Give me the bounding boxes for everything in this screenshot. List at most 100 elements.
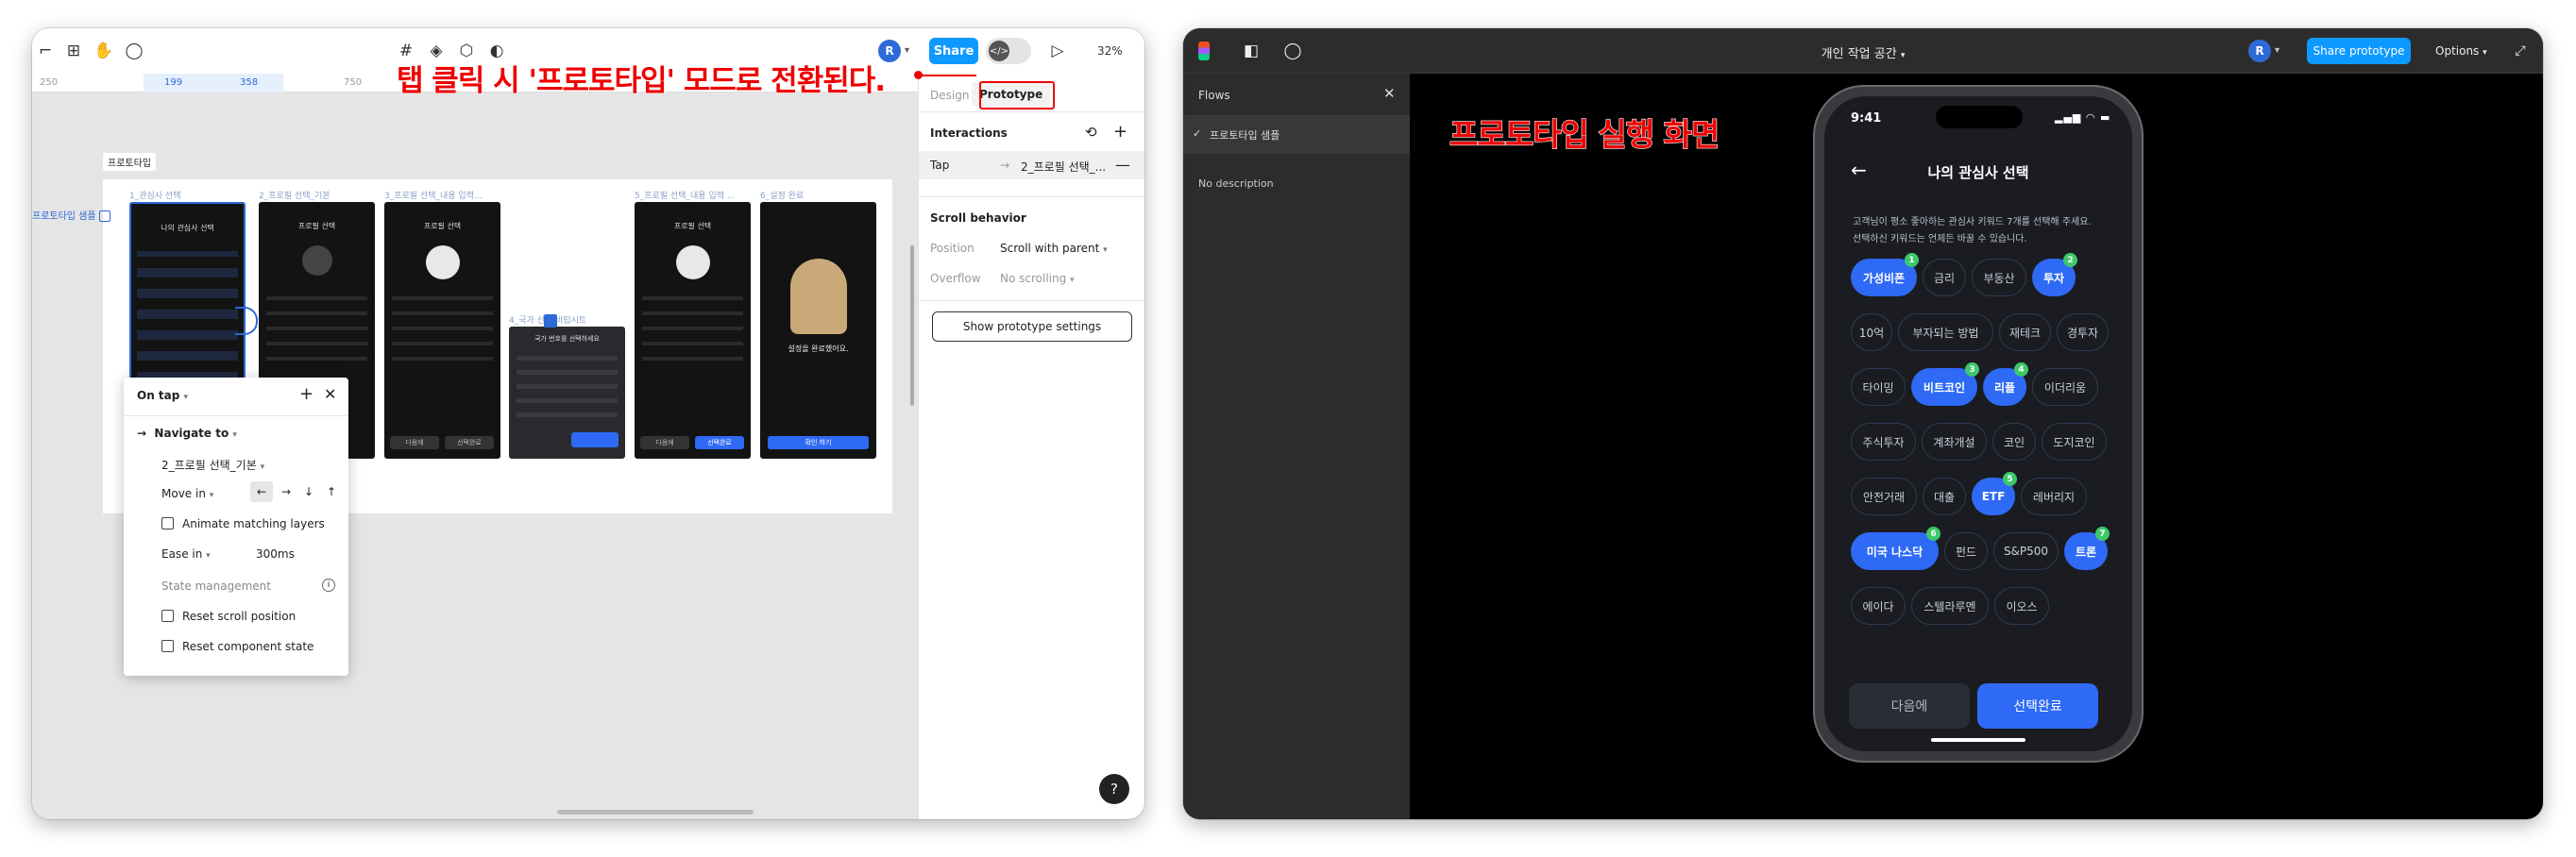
interest-chip[interactable]: 투자 2: [2032, 253, 2077, 296]
interest-chip[interactable]: 금리: [1923, 259, 1966, 296]
duration-input[interactable]: 300ms: [256, 547, 295, 561]
frame-tool-icon[interactable]: ⊞: [62, 40, 85, 62]
easing-select[interactable]: Ease in ▾: [161, 547, 211, 561]
interest-chip-label: 미국 나스닥: [1866, 545, 1924, 559]
selection-order-badge: 6: [1926, 527, 1940, 541]
interest-chip[interactable]: 펀드: [1944, 532, 1988, 570]
section-label[interactable]: 프로토타입: [103, 153, 156, 171]
reset-component-checkbox[interactable]: [161, 640, 174, 652]
chevron-down-icon[interactable]: ▾: [2275, 45, 2279, 56]
hand-tool-icon[interactable]: ✋: [93, 40, 115, 62]
frame-profile-input[interactable]: 프로필 선택 다음에 선택완료: [384, 202, 500, 459]
destination-select[interactable]: 2_프로필 선택_기본 ▾: [161, 457, 264, 473]
interest-chip-label: 안전거래: [1862, 490, 1906, 504]
move-tool-icon[interactable]: ⌐: [34, 40, 57, 62]
dynamic-island: [1936, 106, 2023, 128]
interaction-flow-icon[interactable]: ⟲: [1085, 124, 1097, 141]
interest-chip[interactable]: 가성비폰 1: [1851, 253, 1919, 296]
action-select[interactable]: → Navigate to ▾: [137, 427, 237, 440]
interest-chip-label: 펀드: [1955, 545, 1977, 559]
interest-chip[interactable]: 대출: [1923, 478, 1966, 515]
horizontal-scrollbar[interactable]: [557, 810, 754, 815]
chevron-down-icon[interactable]: ▾: [905, 45, 909, 56]
interest-chip[interactable]: 10억: [1851, 313, 1892, 351]
animate-matching-checkbox[interactable]: [161, 517, 174, 529]
interest-chip[interactable]: S&P500: [1993, 532, 2059, 570]
direction-right-icon[interactable]: →: [275, 481, 297, 502]
interest-chip[interactable]: 리플 4: [1983, 362, 2028, 406]
later-button[interactable]: 다음에: [1849, 683, 1970, 729]
comment-tool-icon[interactable]: ◯: [123, 40, 145, 62]
remove-interaction-icon[interactable]: —: [1115, 156, 1130, 174]
flow-tag[interactable]: 프로토타입 샘플: [32, 208, 110, 222]
frame-setup-complete[interactable]: 설정을 완료했어요. 확인 하기: [760, 202, 876, 459]
frame-label: 4_국가 선택 바텀시트: [509, 316, 587, 326]
frame-country-sheet[interactable]: 국가 번호를 선택하세요: [509, 327, 625, 459]
connection-node[interactable]: [544, 314, 557, 328]
vertical-scrollbar[interactable]: [910, 245, 914, 406]
interest-chip[interactable]: 스텔라루멘: [1911, 587, 1989, 625]
share-button[interactable]: Share: [929, 38, 978, 64]
info-icon[interactable]: i: [322, 579, 335, 592]
selection-order-badge: 2: [2063, 253, 2077, 267]
position-select[interactable]: Scroll with parent ▾: [1000, 242, 1108, 255]
frame-profile-input-2[interactable]: 프로필 선택 다음에 선택완료: [635, 202, 751, 459]
interest-chip[interactable]: 부자되는 방법: [1898, 313, 1993, 351]
trigger-select[interactable]: On tap ▾: [137, 389, 188, 402]
interest-chip[interactable]: 이오스: [1994, 587, 2049, 625]
interest-chip[interactable]: 도지코인: [2042, 423, 2107, 461]
options-menu[interactable]: Options ▾: [2435, 44, 2487, 58]
overflow-select[interactable]: No scrolling ▾: [1000, 272, 1075, 285]
interest-chip[interactable]: 안전거래: [1851, 478, 1917, 515]
character-illustration: [790, 259, 847, 334]
interest-chip[interactable]: 이더리움: [2032, 368, 2098, 406]
present-icon[interactable]: ▷: [1046, 40, 1069, 62]
figma-editor-window: ⌐ ⊞ ✋ ◯ # ◈ ⬡ ◐ R ▾ Share </> ▷ 32% 250 …: [32, 28, 1144, 819]
ruler-tick: 750: [344, 77, 363, 88]
frame-title: 프로필 선택: [297, 222, 336, 230]
interest-chip[interactable]: 계좌개설: [1922, 423, 1987, 461]
direction-up-icon[interactable]: ↑: [320, 481, 343, 502]
dev-mode-toggle[interactable]: </>: [986, 38, 1031, 64]
interaction-row[interactable]: Tap → 2_프로필 선택_... —: [919, 151, 1144, 179]
close-icon[interactable]: ✕: [324, 385, 336, 403]
interest-chip[interactable]: ETF 5: [1972, 472, 2017, 515]
select-done-button[interactable]: 선택완료: [1977, 683, 2098, 729]
frame-btn-later: 다음에: [640, 436, 689, 449]
tab-design[interactable]: Design: [930, 89, 969, 102]
interest-chip[interactable]: 부동산: [1972, 259, 2026, 296]
interest-chip[interactable]: 코인: [1992, 423, 2036, 461]
interest-chip[interactable]: 미국 나스닥 6: [1851, 527, 1940, 570]
add-icon[interactable]: +: [299, 384, 314, 404]
action-label: Navigate to: [154, 427, 229, 440]
zoom-level[interactable]: 32%: [1097, 44, 1123, 58]
interest-chip[interactable]: 비트코인 3: [1911, 362, 1979, 406]
flow-item[interactable]: ✓ 프로토타입 샘플: [1183, 115, 1410, 153]
interest-chip-label: S&P500: [2003, 545, 2049, 558]
interest-chip-label: 금리: [1933, 271, 1956, 285]
frame-btn-confirm: 확인 하기: [768, 436, 869, 449]
reset-scroll-checkbox[interactable]: [161, 610, 174, 622]
interest-chip-label: 스텔라루멘: [1924, 599, 1976, 613]
interest-chip[interactable]: 에이다: [1851, 587, 1906, 625]
show-prototype-settings-button[interactable]: Show prototype settings: [932, 311, 1132, 342]
close-icon[interactable]: ✕: [1383, 85, 1396, 102]
interest-chip[interactable]: 주식투자: [1851, 423, 1916, 461]
add-interaction-icon[interactable]: +: [1113, 122, 1127, 142]
interest-chip-label: 대출: [1933, 490, 1956, 504]
interest-chip[interactable]: 트론 7: [2064, 527, 2110, 570]
user-avatar[interactable]: R: [2248, 40, 2271, 62]
help-button[interactable]: ?: [1099, 774, 1129, 804]
interest-chip[interactable]: 재테크: [1999, 313, 2051, 351]
code-icon: </>: [989, 41, 1009, 61]
interest-chip[interactable]: 경투자: [2057, 313, 2109, 351]
frame-btn-later: 다음에: [390, 436, 439, 449]
share-prototype-button[interactable]: Share prototype: [2307, 38, 2411, 64]
direction-down-icon[interactable]: ↓: [297, 481, 320, 502]
prototype-viewer-window: ◧ ◯ 개인 작업 공간 ▾ R ▾ Share prototype Optio…: [1183, 28, 2543, 819]
interest-chip[interactable]: 타이밍: [1851, 368, 1906, 406]
animation-select[interactable]: Move in ▾: [161, 487, 213, 500]
direction-left-icon[interactable]: ←: [250, 481, 273, 502]
interest-chip[interactable]: 레버리지: [2021, 478, 2087, 515]
expand-icon[interactable]: ⤢: [2509, 40, 2532, 62]
